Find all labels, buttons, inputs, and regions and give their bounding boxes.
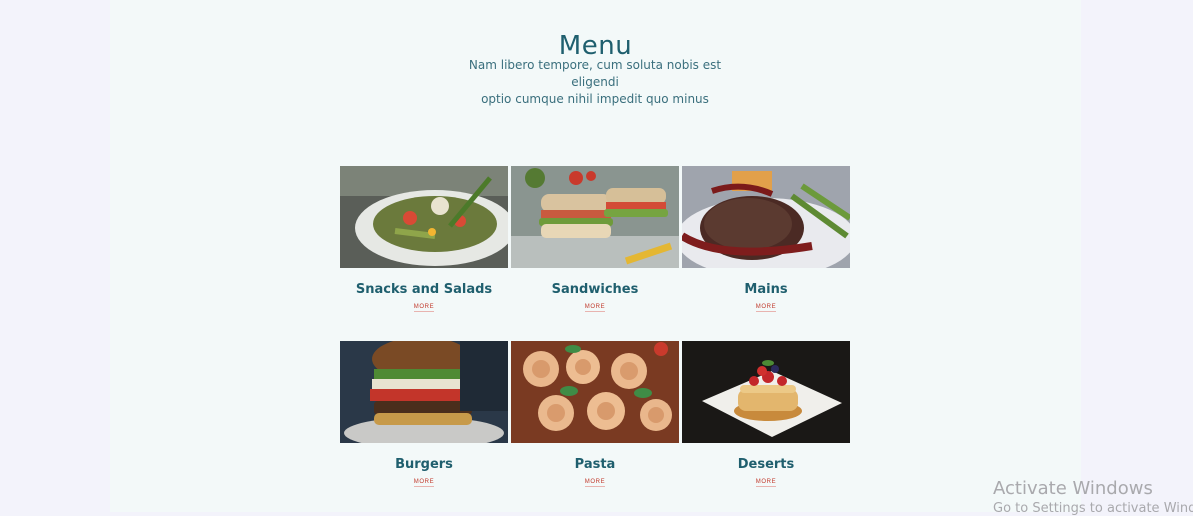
subtitle-line-2: optio cumque nihil impedit quo minus xyxy=(481,92,709,106)
menu-card-mains[interactable]: Mains MORE xyxy=(682,166,850,312)
windows-activation-watermark: Activate Windows Go to Settings to activ… xyxy=(993,478,1193,516)
salad-photo[interactable] xyxy=(340,166,508,268)
menu-card-burgers[interactable]: Burgers MORE xyxy=(340,341,508,487)
menu-card-title: Mains xyxy=(744,282,788,297)
menu-card-title: Sandwiches xyxy=(551,282,639,297)
menu-card-title: Pasta xyxy=(574,457,616,472)
section-subtitle: Nam libero tempore, cum soluta nobis est… xyxy=(445,57,745,108)
menu-card-snacks[interactable]: Snacks and Salads MORE xyxy=(340,166,508,312)
menu-card-sandwiches[interactable]: Sandwiches MORE xyxy=(511,166,679,312)
menu-card-title: Burgers xyxy=(395,457,453,472)
more-link[interactable]: MORE xyxy=(340,304,508,312)
more-link[interactable]: MORE xyxy=(511,479,679,487)
menu-card-title: Deserts xyxy=(737,457,795,472)
menu-card-deserts[interactable]: Deserts MORE xyxy=(682,341,850,487)
sandwich-photo[interactable] xyxy=(511,166,679,268)
steak-photo[interactable] xyxy=(682,166,850,268)
menu-card-pasta[interactable]: Pasta MORE xyxy=(511,341,679,487)
subtitle-line-1: Nam libero tempore, cum soluta nobis est… xyxy=(468,58,722,89)
menu-card-title: Snacks and Salads xyxy=(355,282,493,297)
more-link[interactable]: MORE xyxy=(682,304,850,312)
watermark-title: Activate Windows xyxy=(993,478,1153,499)
pasta-photo[interactable] xyxy=(511,341,679,443)
more-link[interactable]: MORE xyxy=(682,479,850,487)
pancake-photo[interactable] xyxy=(682,341,850,443)
watermark-subtitle: Go to Settings to activate Windows. xyxy=(993,501,1193,516)
more-link[interactable]: MORE xyxy=(340,479,508,487)
burger-photo[interactable] xyxy=(340,341,508,443)
more-link[interactable]: MORE xyxy=(511,304,679,312)
